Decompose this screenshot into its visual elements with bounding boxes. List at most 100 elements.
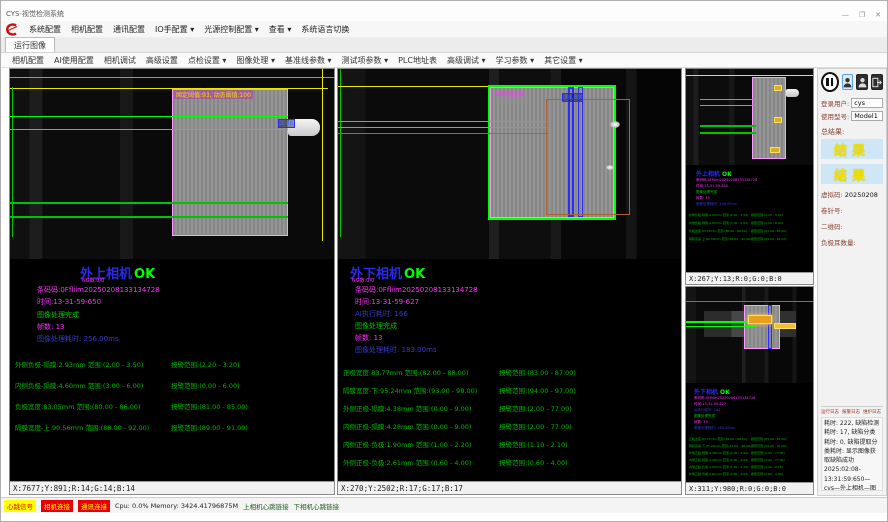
yellow-vline	[322, 69, 323, 241]
pause-button[interactable]	[821, 72, 839, 92]
camera-subtitle: NG数:0/0	[82, 277, 104, 284]
tool-advanced-debug[interactable]: 高级调试 ▾	[442, 54, 491, 67]
mini-bottom-pixel-status: X:311;Y:980;R:0;G:0;B:0	[686, 482, 813, 494]
person-icon	[843, 77, 852, 88]
log-tab-run[interactable]: 运行日志	[821, 409, 839, 415]
cpu-memory-text: Cpu: 0.0% Memory: 3424.41796875M	[115, 502, 238, 510]
tool-spotcheck-settings[interactable]: 点检设置 ▾	[183, 54, 232, 67]
camera-title: 外下相机OK	[694, 387, 730, 396]
glare-spot	[606, 165, 614, 170]
yellow-line	[338, 86, 488, 87]
maximize-icon[interactable]: ❐	[859, 11, 865, 19]
magenta-line	[10, 77, 334, 78]
close-icon[interactable]: ✕	[875, 11, 881, 19]
green-border	[488, 85, 616, 87]
model-input[interactable]	[851, 111, 883, 121]
menu-language-switch[interactable]: 系统语言切换	[296, 22, 354, 37]
frames-line: 帧数: 13	[694, 420, 708, 425]
result-badge-lower: 结果	[821, 164, 883, 184]
tool-other-settings[interactable]: 其它设置 ▾	[539, 54, 588, 67]
green-vline	[340, 69, 341, 237]
time-line: 时间:13-31-59-627	[355, 297, 419, 307]
upper-camera-heartbeat: 上相机心跳链接	[243, 501, 289, 511]
separator-block	[172, 89, 288, 236]
app-logo-icon	[5, 23, 19, 36]
measurement-row: 内侧正极-负极:1.90mm 范围:(1.00 - 2.20)报警范围:(1.1…	[343, 439, 677, 449]
orange-roi-rect	[546, 99, 630, 215]
green-line	[700, 125, 756, 127]
heartbeat-badge: 心跳信号	[4, 500, 36, 512]
annotation-chip	[774, 117, 782, 123]
sidebar: 登录用户: 使用型号: 总结果: 结果 结果 虚拟码: 20250208 卷针号…	[817, 68, 887, 496]
tool-test-params[interactable]: 测试项参数 ▾	[337, 54, 394, 67]
minimize-icon[interactable]: —	[842, 11, 849, 19]
result-badge-upper: 结果	[821, 139, 883, 159]
menu-light-config[interactable]: 光源控制配置 ▾	[199, 22, 264, 37]
center-camera-panel: AI检测区域 28.80 外下相机OK NG数:0/0 条码码:0Ffliim2…	[337, 68, 682, 495]
menu-camera-config[interactable]: 相机配置	[66, 22, 108, 37]
mini-bottom-image[interactable]	[686, 287, 813, 383]
app-window: CYS-视觉检测系统 — ❐ ✕ 系统配置 相机配置 通讯配置 IO手配置 ▾ …	[0, 0, 888, 522]
measurement-row: 隔膜宽度-下:95.24mm 范围:(93.00 - 98.00)报警范围:(9…	[689, 444, 811, 448]
log-output[interactable]: 耗时: 222, 缺陷检测耗时: 17, 缺陷分类耗时: 0, 缺陷提取分类耗时…	[821, 417, 883, 491]
process-time-line: 图像处理耗时: 256.00ms	[37, 334, 119, 344]
green-border	[488, 218, 616, 220]
left-camera-image[interactable]: 固定阈值:93, 动态阈值:100 3.46	[10, 69, 334, 259]
tool-ai-config[interactable]: AI使用配置	[49, 54, 99, 67]
login-user-input[interactable]	[851, 98, 883, 108]
time-line: 时间:13-31-59-650	[696, 184, 728, 189]
lower-camera-heartbeat: 下相机心跳链接	[294, 501, 340, 511]
measurement-row: 外侧负极-隔膜:2.93mm 范围:(2.00 - 3.50)报警范围:(2.2…	[15, 359, 330, 369]
exit-button[interactable]	[871, 74, 883, 90]
green-line	[686, 321, 756, 323]
ai-time-line: AI执行耗时: 166	[694, 408, 720, 413]
tool-advanced-settings[interactable]: 高级设置	[141, 54, 183, 67]
camera-subtitle: NG数:0/0	[352, 277, 374, 284]
green-line	[338, 121, 548, 122]
menu-comm-config[interactable]: 通讯配置	[108, 22, 150, 37]
log-tab-alarm[interactable]: 报警日志	[842, 409, 860, 415]
green-line	[700, 132, 756, 134]
menu-view[interactable]: 查看 ▾	[264, 22, 297, 37]
window-title: CYS-视觉检测系统	[1, 9, 842, 21]
mini-top-result-text: 外上相机OK 条码码:0Ffliim20250208133134728 时间:1…	[686, 165, 813, 272]
process-done-line: 图像处理完成	[37, 310, 79, 320]
measurement-row: 外侧正极-负极:2.61mm 范围:(0.60 - 4.00)报警范围:(0.6…	[689, 472, 811, 476]
tool-learning-params[interactable]: 学习参数 ▾	[491, 54, 540, 67]
tool-image-processing[interactable]: 图像处理 ▾	[231, 54, 280, 67]
green-line	[10, 216, 288, 218]
user-login-button[interactable]	[842, 74, 854, 90]
measurement-row: 隔膜宽度-上:90.56mm 范围:(88.00 - 92.00)报警范围:(8…	[15, 422, 330, 432]
user-switch-button[interactable]	[856, 74, 868, 90]
measurement-row: 负极宽度:83.05mm 范围:(80.00 - 86.00)报警范围:(81.…	[689, 229, 811, 233]
tab-run-image[interactable]: 运行图像	[5, 37, 55, 52]
toolbar: 相机配置 AI使用配置 相机调试 高级设置 点检设置 ▾ 图像处理 ▾ 基准线参…	[1, 53, 888, 68]
threshold-overlay-label: 固定阈值:93, 动态阈值:100	[174, 90, 253, 99]
ai-region-label: AI检测区域	[494, 89, 524, 98]
tool-camera-config[interactable]: 相机配置	[7, 54, 49, 67]
menu-io-config[interactable]: IO手配置 ▾	[150, 22, 199, 37]
model-field: 使用型号:	[821, 111, 883, 121]
log-section: 运行日志 报警日志 维护日志 耗时: 222, 缺陷检测耗时: 17, 缺陷分类…	[821, 406, 883, 495]
green-line	[700, 105, 756, 106]
blue-detect-rect	[768, 305, 772, 349]
blue-measure-label: 28.80	[562, 93, 583, 102]
time-line: 时间:13-31-59-650	[37, 297, 101, 307]
left-result-text: 外上相机OK NG数:0/0 条码码:0Ffliim20250208133134…	[10, 259, 334, 481]
center-pixel-status: X:270;Y:2502;R:17;G:17;B:17	[338, 481, 681, 494]
center-camera-image[interactable]: AI检测区域 28.80	[338, 69, 681, 259]
tool-camera-debug[interactable]: 相机调试	[99, 54, 141, 67]
tab-count-row: 负极耳数量:	[821, 237, 883, 247]
log-tab-maintain[interactable]: 维护日志	[863, 409, 881, 415]
menu-system-config[interactable]: 系统配置	[24, 22, 66, 37]
green-line	[10, 202, 288, 204]
mini-bottom-result-text: 外下相机OK 条码码:0Ffliim20250208133134728 时间:1…	[686, 383, 813, 482]
tool-baseline-params[interactable]: 基准线参数 ▾	[280, 54, 337, 67]
process-time-line: 图像处理耗时: 183.00ms	[694, 426, 735, 431]
pin-number-row: 卷针号:	[821, 205, 883, 215]
camera-connect-badge: 相机连接	[41, 500, 73, 512]
tool-plc-address[interactable]: PLC地址表	[393, 54, 442, 67]
person-icon	[858, 77, 867, 88]
mini-top-image[interactable]	[686, 69, 813, 165]
left-camera-panel: 固定阈值:93, 动态阈值:100 3.46 外上相机OK NG数:0/0 条码…	[9, 68, 335, 495]
